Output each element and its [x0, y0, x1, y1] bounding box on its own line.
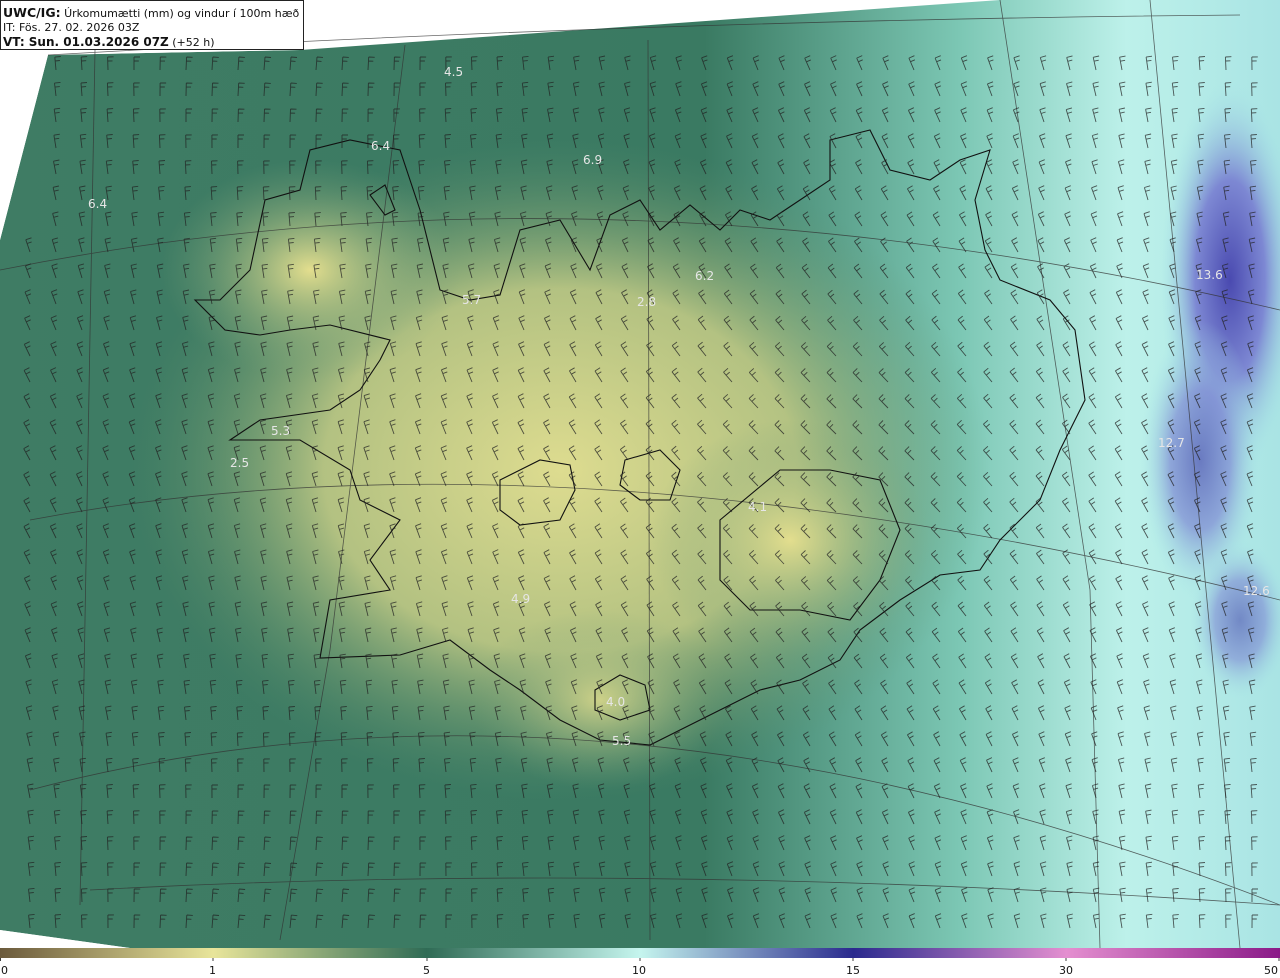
lead-time: (+52 h)	[168, 36, 215, 49]
value-label: 12.6	[1243, 584, 1270, 598]
value-label: 4.1	[748, 500, 767, 514]
colorbar-ticks	[0, 958, 1280, 961]
colorbar-gradient	[0, 948, 1280, 958]
colorbar-tick-label: 5	[423, 964, 430, 977]
value-label: 4.5	[444, 65, 463, 79]
value-label: 6.9	[583, 153, 602, 167]
valid-time: VT: Sun. 01.03.2026 07Z	[3, 35, 169, 49]
value-label: 5.7	[462, 293, 481, 307]
value-label: 5.3	[271, 424, 290, 438]
value-label: 4.9	[511, 592, 530, 606]
colorbar-tick-label: 0	[1, 964, 8, 977]
colorbar-tick-label: 1	[209, 964, 216, 977]
model-name: UWC/IG:	[3, 5, 61, 20]
value-label: 12.7	[1158, 436, 1185, 450]
value-label: 2.8	[637, 295, 656, 309]
value-label: 13.6	[1196, 268, 1223, 282]
variable-name: Úrkomumætti (mm) og vindur í 100m hæð	[64, 7, 300, 20]
colorbar: 0 1 5 10 15 30 50	[0, 948, 1280, 978]
value-label: 4.0	[606, 695, 625, 709]
map-header: UWC/IG: Úrkomumætti (mm) og vindur í 100…	[0, 0, 304, 50]
value-label: 6.2	[695, 269, 714, 283]
value-label: 6.4	[88, 197, 107, 211]
value-label: 5.5	[612, 734, 631, 748]
colorbar-tick-label: 10	[632, 964, 646, 977]
precipitation-map: 4.5 6.4 6.9 6.4 5.7 6.2 2.8 13.6 5.3 2.5…	[0, 0, 1280, 948]
valid-time-line: VT: Sun. 01.03.2026 07Z (+52 h)	[3, 35, 303, 50]
colorbar-tick-label: 30	[1059, 964, 1073, 977]
value-label: 6.4	[371, 139, 390, 153]
colorbar-tick-label: 15	[846, 964, 860, 977]
colorbar-tick-label: 50	[1264, 964, 1278, 977]
value-label: 2.5	[230, 456, 249, 470]
header-title-line: UWC/IG: Úrkomumætti (mm) og vindur í 100…	[3, 6, 303, 21]
init-time: IT: Fös. 27. 02. 2026 03Z	[3, 21, 140, 34]
